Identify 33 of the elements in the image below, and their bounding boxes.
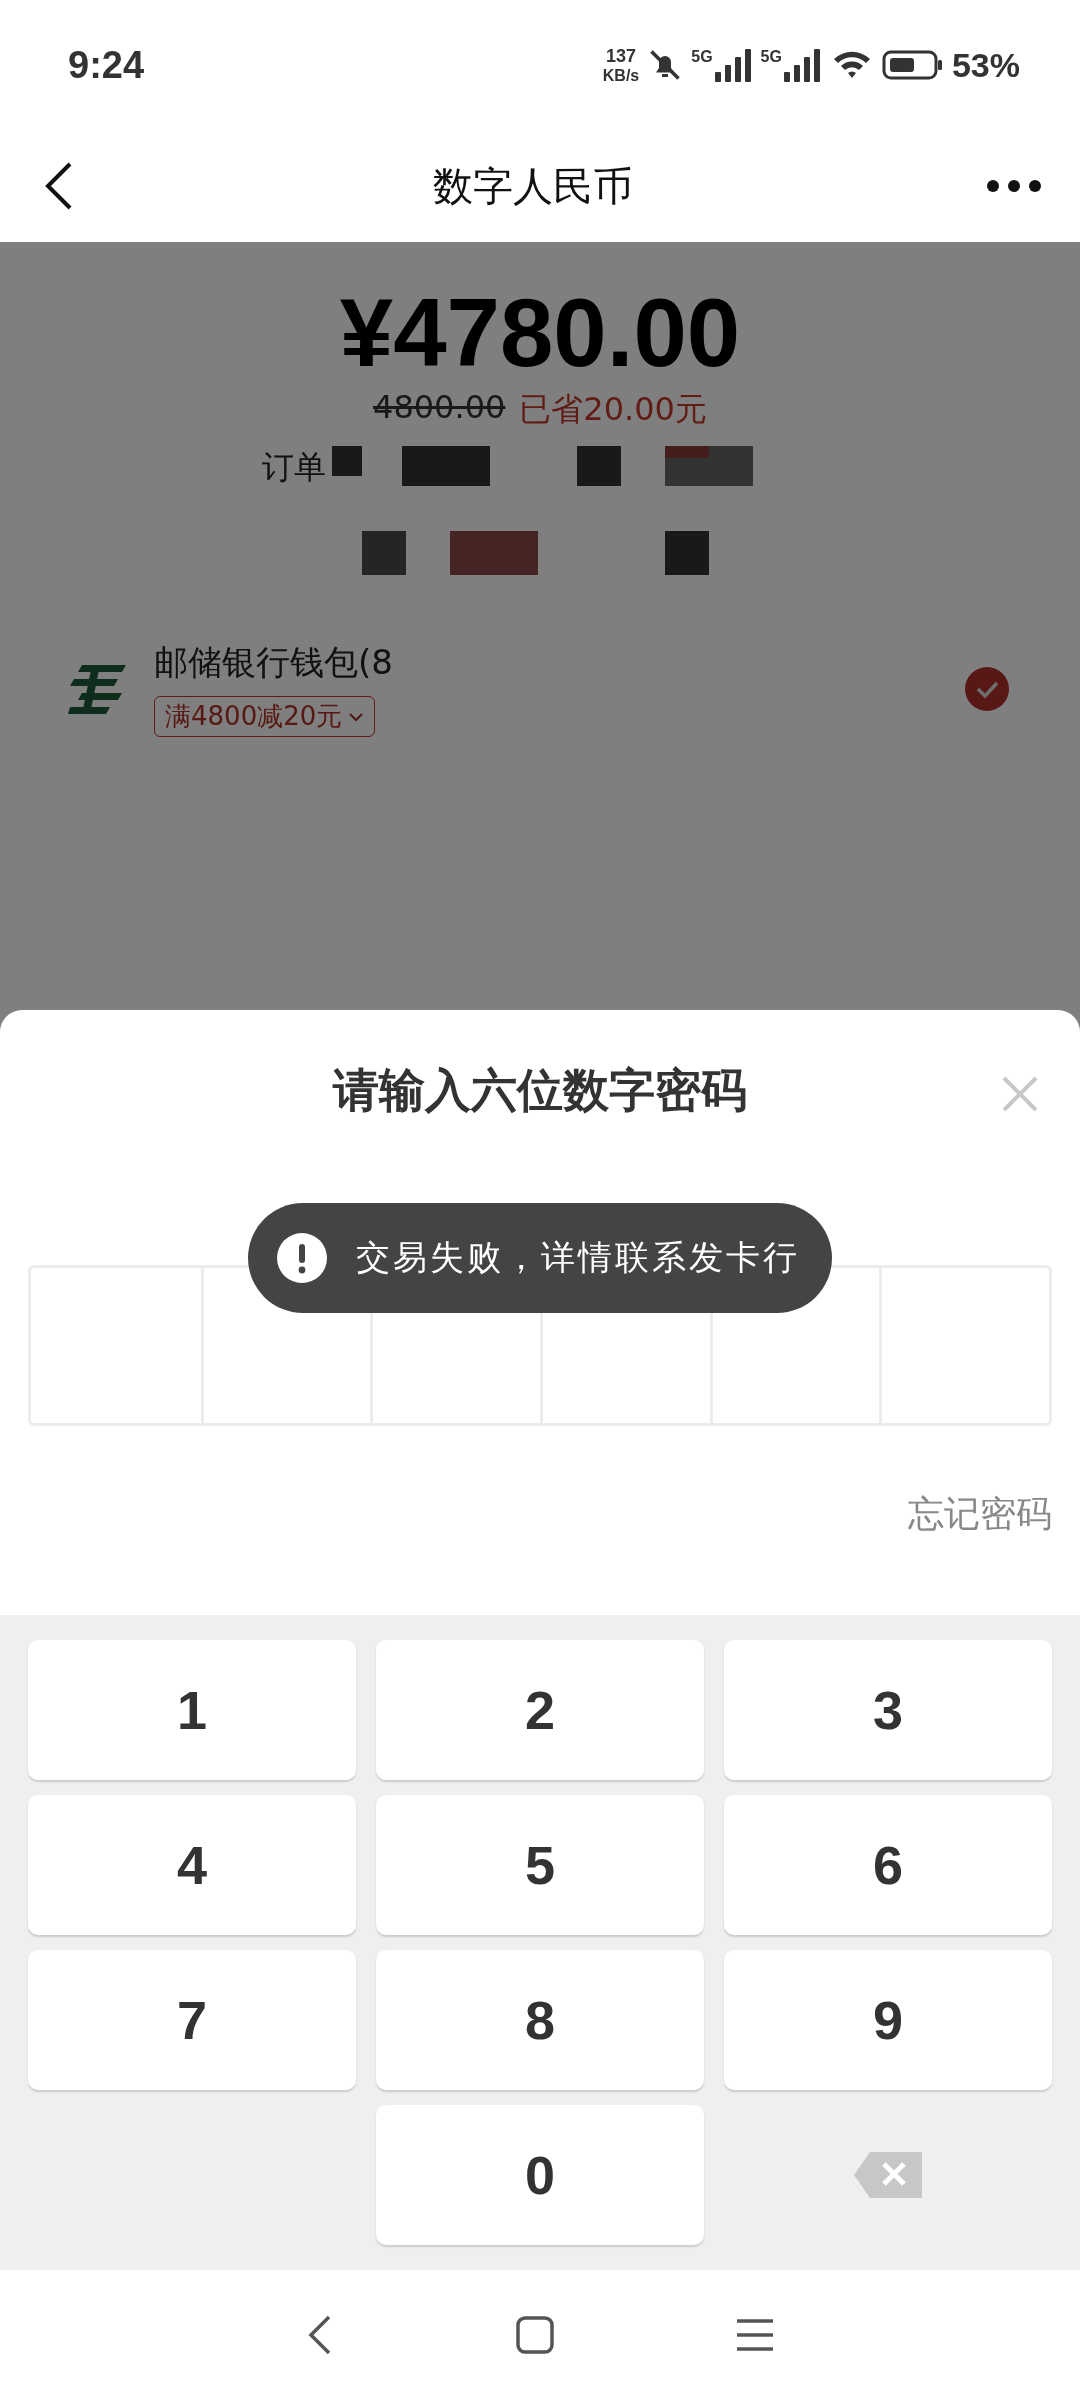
home-icon[interactable] [515, 2315, 555, 2355]
number-key[interactable]: 6 [724, 1795, 1052, 1935]
selected-check-icon[interactable] [964, 665, 1010, 712]
number-key[interactable]: 5 [376, 1795, 704, 1935]
chevron-down-icon [348, 711, 365, 722]
forgot-password-link[interactable]: 忘记密码 [908, 1490, 1052, 1539]
dialog-title: 请输入六位数字密码 [333, 1062, 747, 1119]
payment-amount: ¥4780.00 [339, 280, 741, 386]
clock-time: 9:24 [68, 43, 145, 87]
warning-icon [276, 1232, 328, 1284]
number-key[interactable]: 1 [28, 1640, 356, 1780]
saving-text: 已省20.00元 [519, 388, 707, 430]
network-type: 5G [760, 48, 782, 66]
original-price: 4800.00 [373, 387, 506, 428]
menu-icon[interactable] [735, 2317, 775, 2353]
battery-icon [881, 49, 944, 81]
wallet-name: 邮储银行钱包(8 [154, 641, 393, 685]
page-title: 数字人民币 [433, 161, 633, 211]
number-key[interactable]: 0 [376, 2105, 704, 2245]
network-type: 5G [691, 48, 713, 66]
signal-icon [781, 48, 822, 82]
number-key[interactable]: 7 [28, 1950, 356, 2090]
signal-icon [712, 48, 753, 82]
error-toast: 交易失败，详情联系发卡行 [248, 1203, 832, 1313]
order-label: 订单 [262, 446, 326, 488]
more-icon[interactable] [986, 179, 1042, 193]
battery-percent: 53% [951, 45, 1020, 85]
number-key[interactable]: 2 [376, 1640, 704, 1780]
number-key[interactable]: 4 [28, 1795, 356, 1935]
number-key[interactable]: 8 [376, 1950, 704, 2090]
network-speed: 137 KB/s [602, 46, 640, 84]
number-key[interactable]: 9 [724, 1950, 1052, 2090]
number-key[interactable]: 3 [724, 1640, 1052, 1780]
